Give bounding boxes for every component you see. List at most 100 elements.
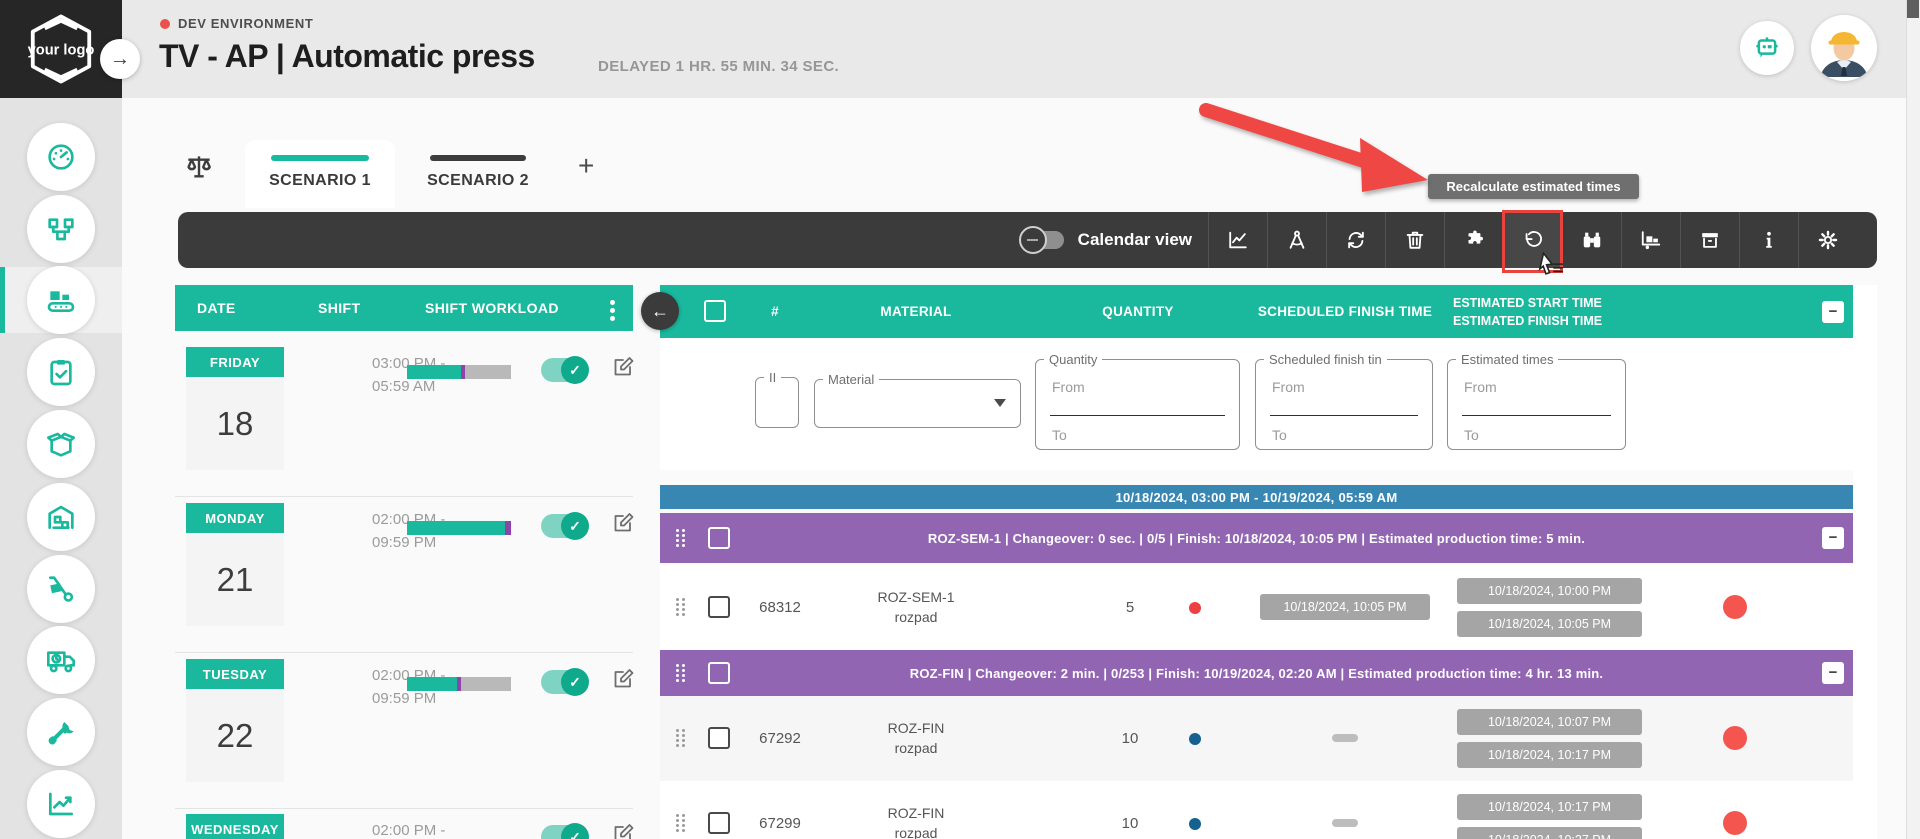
number-filter[interactable]: II [755, 370, 799, 428]
info-button[interactable] [1740, 212, 1798, 268]
row-checkbox[interactable] [708, 812, 730, 834]
no-scheduled-time-dash [1332, 734, 1358, 742]
shift-panel-menu-button[interactable] [610, 297, 615, 324]
drag-handle-icon[interactable] [676, 598, 685, 617]
puzzle-icon [1463, 229, 1485, 251]
estimated-filter-legend: Estimated times [1456, 352, 1558, 367]
compare-scenarios-button[interactable] [183, 151, 215, 183]
day-number: 21 [186, 533, 284, 626]
tab-scenario-1-label: SCENARIO 1 [245, 172, 395, 190]
sidebar-item-handling[interactable] [27, 555, 95, 623]
shift-enabled-toggle[interactable]: ✓ [541, 825, 587, 839]
delete-button[interactable] [1386, 212, 1444, 268]
day-badge: WEDNESDAY [186, 814, 284, 839]
sidebar-item-workflow[interactable] [27, 195, 95, 263]
group-row-roz-sem-1[interactable]: ROZ-SEM-1 | Changeover: 0 sec. | 0/5 | F… [660, 513, 1853, 563]
estimated-finish-badge: 10/18/2024, 10:05 PM [1457, 611, 1642, 637]
archive-button[interactable] [1681, 212, 1739, 268]
gauge-icon [45, 141, 77, 173]
scheduled-to-input[interactable]: To [1272, 427, 1287, 443]
group-title: ROZ-FIN | Changeover: 2 min. | 0/253 | F… [660, 650, 1853, 696]
input-underline [1050, 415, 1225, 416]
drag-handle-icon[interactable] [676, 814, 685, 833]
estimated-start-badge: 10/18/2024, 10:00 PM [1457, 578, 1642, 604]
table-row-68312[interactable]: 68312 ROZ-SEM-1rozpad 5 10/18/2024, 10:0… [660, 565, 1853, 650]
settings-button[interactable] [1799, 212, 1857, 268]
user-avatar[interactable] [1811, 15, 1877, 81]
trash-icon [1404, 229, 1426, 251]
toggle-check-icon: ✓ [561, 668, 589, 696]
status-dot-red [1189, 602, 1201, 614]
row-checkbox[interactable] [708, 727, 730, 749]
sidebar-expand-button[interactable]: → [100, 39, 140, 79]
sidebar-item-tasks[interactable] [27, 338, 95, 406]
shift-row-friday: FRIDAY 18 03:00 PM -05:59 AM ✓ [175, 347, 633, 497]
collapse-panel-button[interactable]: ← [641, 292, 679, 330]
design-button[interactable] [1268, 212, 1326, 268]
table-row-67292[interactable]: 67292 ROZ-FINrozpad 10 10/18/2024, 10:07… [660, 696, 1853, 781]
sidebar-item-warehouse[interactable] [27, 483, 95, 551]
group-row-roz-fin[interactable]: ROZ-FIN | Changeover: 2 min. | 0/253 | F… [660, 650, 1853, 696]
recalculate-button[interactable] [1504, 212, 1562, 268]
sync-icon [1345, 229, 1367, 251]
row-checkbox[interactable] [708, 596, 730, 618]
scrollbar-thumb[interactable] [1907, 0, 1919, 18]
status-dot-blue [1189, 733, 1201, 745]
estimated-from-input[interactable]: From [1464, 379, 1497, 395]
sidebar-item-production[interactable] [27, 266, 95, 334]
sidebar-item-materials[interactable] [27, 410, 95, 478]
chatbot-button[interactable] [1740, 21, 1794, 75]
tab-scenario-2[interactable]: SCENARIO 2 [404, 140, 552, 208]
drag-handle-icon[interactable] [676, 729, 685, 748]
search-button[interactable] [1563, 212, 1621, 268]
col-scheduled-finish: SCHEDULED FINISH TIME [1235, 304, 1455, 319]
sidebar-item-analytics[interactable] [27, 770, 95, 838]
calendar-view-toggle[interactable] [1022, 231, 1064, 249]
quantity-from-input[interactable]: From [1052, 379, 1085, 395]
table-row-67299[interactable]: 67299 ROZ-FINrozpad 10 10/18/2024, 10:17… [660, 781, 1853, 839]
worker-avatar-icon [1811, 15, 1877, 81]
sidebar-item-maintenance[interactable] [27, 698, 95, 766]
no-scheduled-time-dash [1332, 819, 1358, 827]
select-all-checkbox[interactable] [704, 300, 726, 322]
group-collapse-button[interactable]: − [1822, 527, 1844, 549]
environment-status-dot [160, 19, 170, 29]
sidebar-active-bar [0, 267, 5, 333]
gear-icon [1817, 229, 1839, 251]
status-dot-blue [1189, 818, 1201, 830]
day-badge: TUESDAY [186, 659, 284, 689]
estimated-to-input[interactable]: To [1464, 427, 1479, 443]
shift-enabled-toggle[interactable]: ✓ [541, 670, 587, 694]
material-cart-button[interactable] [1622, 212, 1680, 268]
shift-panel-header: DATE SHIFT SHIFT WORKLOAD [175, 285, 633, 331]
chart-button[interactable] [1209, 212, 1267, 268]
sidebar-item-delivery[interactable] [27, 626, 95, 694]
scheduled-from-input[interactable]: From [1272, 379, 1305, 395]
material-filter-select[interactable]: Material [814, 372, 1021, 428]
edit-shift-button[interactable] [611, 511, 635, 535]
col-shift-workload: SHIFT WORKLOAD [425, 300, 559, 316]
estimated-times-filter[interactable]: Estimated times From To [1447, 352, 1626, 450]
flatbed-cart-icon [1640, 229, 1662, 251]
edit-shift-button[interactable] [611, 355, 635, 379]
undo-icon [1522, 229, 1544, 251]
edit-shift-button[interactable] [611, 667, 635, 691]
edit-shift-button[interactable] [611, 822, 635, 839]
col-date: DATE [197, 300, 236, 316]
quantity-to-input[interactable]: To [1052, 427, 1067, 443]
refresh-button[interactable] [1327, 212, 1385, 268]
sidebar-item-dashboard[interactable] [27, 123, 95, 191]
page-scrollbar[interactable] [1906, 0, 1920, 839]
plugins-button[interactable] [1445, 212, 1503, 268]
add-scenario-button[interactable]: + [578, 150, 594, 182]
shift-enabled-toggle[interactable]: ✓ [541, 514, 587, 538]
quantity-filter[interactable]: Quantity From To [1035, 352, 1240, 450]
estimated-start-badge: 10/18/2024, 10:17 PM [1457, 794, 1642, 820]
tab-scenario-1[interactable]: SCENARIO 1 [245, 140, 395, 208]
collapse-all-button[interactable]: − [1822, 301, 1844, 323]
group-collapse-button[interactable]: − [1822, 662, 1844, 684]
tools-icon [45, 716, 77, 748]
shift-enabled-toggle[interactable]: ✓ [541, 358, 587, 382]
material-cell: ROZ-FINrozpad [836, 718, 996, 758]
scheduled-finish-filter[interactable]: Scheduled finish tin From To [1255, 352, 1433, 450]
